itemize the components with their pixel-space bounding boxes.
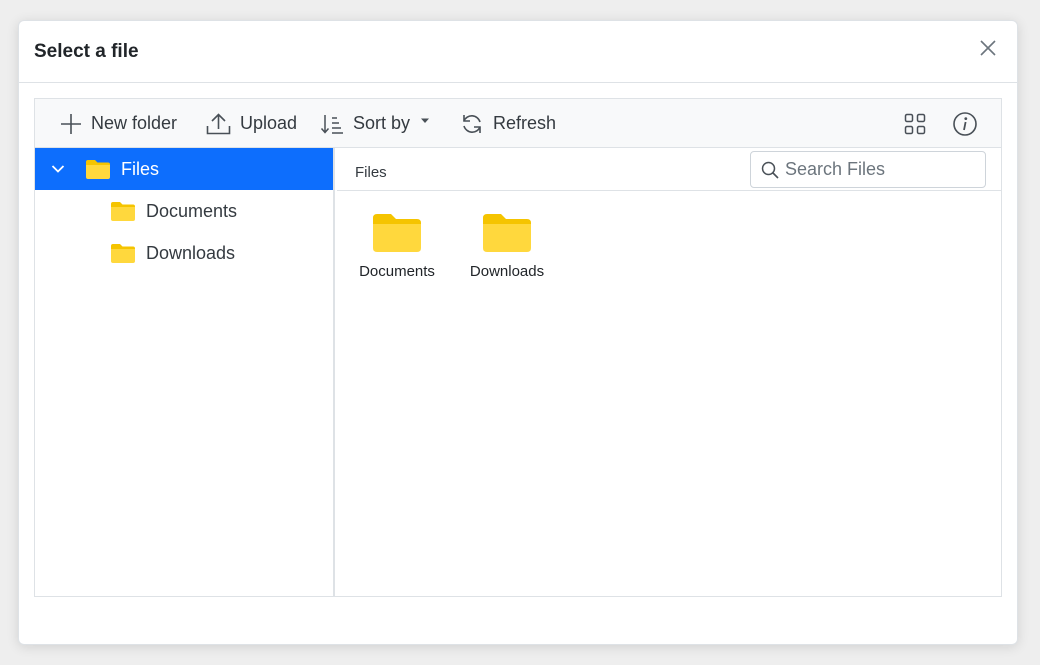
info-icon (953, 112, 977, 136)
dialog-title: Select a file (34, 41, 139, 62)
upload-icon (206, 112, 231, 134)
file-manager: New folder Upload Sort by Refresh Files … (34, 98, 1002, 597)
upload-button[interactable]: Upload (206, 99, 297, 148)
file-select-dialog: Select a file New folder Upload Sort by … (18, 20, 1018, 645)
search-input[interactable] (785, 159, 975, 180)
tree-item-label: Downloads (146, 242, 236, 263)
new-folder-label: New folder (91, 113, 178, 133)
refresh-label: Refresh (493, 113, 557, 133)
folder-item-downloads[interactable]: Downloads (457, 211, 557, 311)
breadcrumb[interactable]: Files (355, 164, 387, 181)
search-icon (761, 161, 779, 179)
sort-icon (320, 114, 343, 134)
tree-item-files[interactable]: Files (35, 148, 333, 190)
plus-icon (61, 113, 81, 134)
folder-icon (111, 244, 135, 263)
grid-view-icon (904, 113, 926, 135)
dialog-header: Select a file (19, 21, 1017, 83)
caret-down-icon (421, 118, 430, 123)
refresh-icon (463, 114, 481, 133)
folder-item-documents[interactable]: Documents (347, 211, 447, 311)
tree-item-documents[interactable]: Documents (35, 190, 333, 232)
new-folder-button[interactable]: New folder (60, 99, 177, 148)
folder-icon (373, 214, 421, 252)
tree-item-label: Documents (146, 200, 238, 221)
folder-open-icon (86, 160, 110, 179)
navigation-pane: Files Documents Downloads (35, 148, 335, 596)
upload-label: Upload (240, 113, 298, 133)
content-pane: Files Documents (337, 148, 1001, 596)
folder-icon (111, 202, 135, 221)
chevron-down-icon[interactable] (51, 164, 65, 174)
tree-item-downloads[interactable]: Downloads (35, 232, 333, 274)
details-button[interactable] (952, 111, 978, 137)
tree-item-label: Files (121, 158, 160, 179)
toolbar: New folder Upload Sort by Refresh (35, 99, 1001, 148)
close-button[interactable] (977, 37, 999, 59)
sort-by-label: Sort by (353, 113, 411, 133)
folder-item-label: Downloads (469, 263, 545, 280)
view-toggle-button[interactable] (902, 111, 928, 137)
search-box[interactable] (750, 151, 986, 188)
folder-icon (483, 214, 531, 252)
refresh-button[interactable]: Refresh (460, 99, 556, 148)
close-icon (980, 40, 996, 56)
breadcrumb-bar: Files (337, 148, 1001, 191)
folder-item-label: Documents (359, 263, 435, 280)
sort-by-button[interactable]: Sort by (320, 99, 430, 148)
